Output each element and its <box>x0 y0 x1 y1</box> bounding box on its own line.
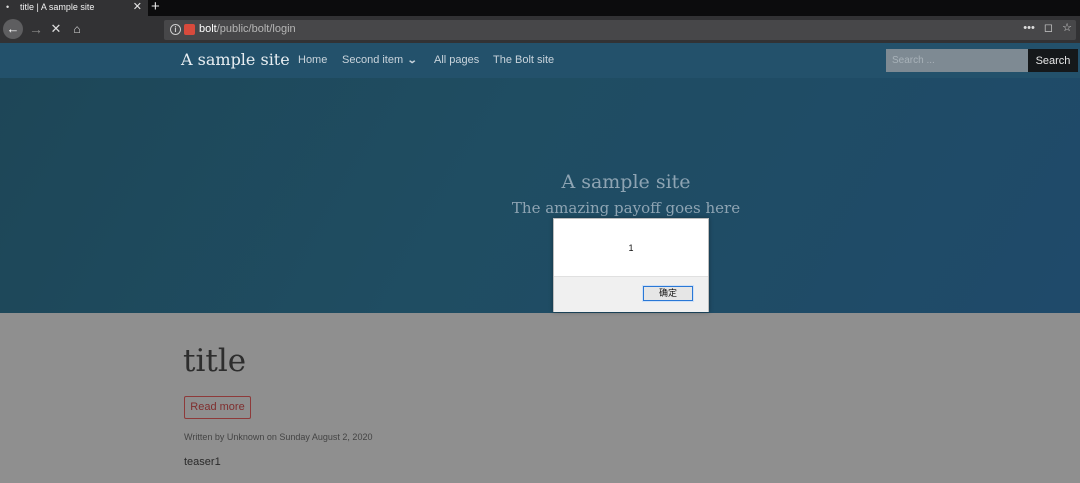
url-path: /public/bolt/login <box>216 23 296 35</box>
ok-button[interactable]: 确定 <box>642 285 694 302</box>
pocket-icon[interactable]: ◻ <box>1044 21 1053 34</box>
stop-icon[interactable]: ✕ <box>48 19 64 39</box>
tab-strip: • title | A sample site ✕ + <box>0 0 1080 16</box>
search-input[interactable] <box>886 49 1028 72</box>
alert-footer: 确定 <box>554 276 708 312</box>
menu-item-second[interactable]: Second item ⌄ <box>342 54 418 66</box>
menu-item-label: All pages <box>434 54 480 66</box>
hero-title: A sample site <box>561 171 691 193</box>
info-icon[interactable]: i <box>170 24 181 35</box>
chevron-down-icon: ⌄ <box>406 55 418 66</box>
alert-message: 1 <box>628 243 634 253</box>
url-host: bolt <box>199 23 217 35</box>
menu-item-bolt-site[interactable]: The Bolt site <box>493 54 554 66</box>
menu-item-label: The Bolt site <box>493 54 555 66</box>
site-brand[interactable]: A sample site <box>181 50 290 69</box>
url-text[interactable]: bolt/public/bolt/login <box>199 23 296 35</box>
hero-subtitle: The amazing payoff goes here <box>511 199 741 217</box>
post-meta: Written by Unknown on Sunday August 2, 2… <box>184 432 373 442</box>
post-teaser: teaser1 <box>184 456 221 468</box>
menu-item-label: Second item <box>342 54 404 66</box>
close-tab-icon[interactable]: ✕ <box>133 0 142 14</box>
post-title[interactable]: title <box>183 343 246 379</box>
menu-item-label: Home <box>298 54 328 66</box>
bookmark-star-icon[interactable]: ☆ <box>1062 21 1072 34</box>
address-bar[interactable]: i bolt/public/bolt/login ••• ◻ ☆ <box>164 20 1076 40</box>
main-content: title Read more Written by Unknown on Su… <box>0 313 1080 483</box>
more-actions-icon[interactable]: ••• <box>1023 22 1035 34</box>
tab-active[interactable]: • title | A sample site ✕ <box>0 0 148 16</box>
dot-icon: • <box>6 2 10 12</box>
url-actions: ••• ◻ ☆ <box>1017 21 1072 34</box>
site-favicon-icon <box>184 24 195 35</box>
hero-section: A sample site Home Second item ⌄ All page… <box>0 43 1080 313</box>
back-icon[interactable]: ← <box>3 19 23 39</box>
site-navbar: A sample site Home Second item ⌄ All page… <box>0 43 1080 78</box>
menu-item-home[interactable]: Home <box>298 54 327 66</box>
forward-icon[interactable]: → <box>27 19 45 39</box>
browser-toolbar: ← → ✕ ⌂ i bolt/public/bolt/login ••• ◻ ☆ <box>0 16 1080 43</box>
new-tab-button[interactable]: + <box>151 0 160 15</box>
alert-dialog: 1 确定 <box>553 218 709 312</box>
menu-item-all-pages[interactable]: All pages <box>434 54 479 66</box>
search-button[interactable]: Search <box>1028 49 1078 72</box>
read-more-button[interactable]: Read more <box>184 396 251 419</box>
tab-title: title | A sample site <box>20 2 95 12</box>
home-icon[interactable]: ⌂ <box>68 19 86 39</box>
